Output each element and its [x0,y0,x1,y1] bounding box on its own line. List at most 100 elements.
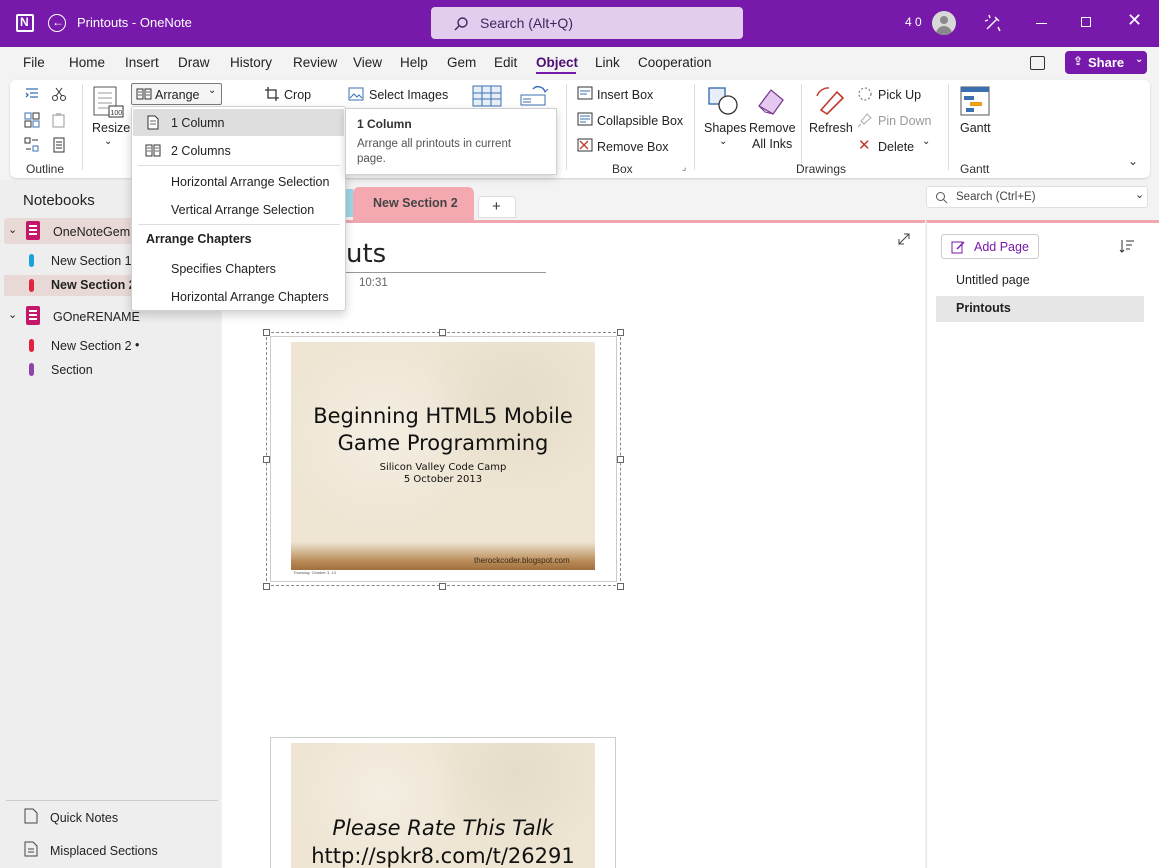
gantt-label[interactable]: Gantt [960,121,991,135]
add-page-button[interactable]: Add Page [941,234,1039,259]
chevron-down-icon[interactable]: ⌄ [719,136,727,147]
remove-box-icon[interactable] [577,138,593,152]
copy-page-icon[interactable] [51,137,67,153]
share-button[interactable]: ⇪ Share ⌄ [1065,51,1147,74]
chevron-down-icon[interactable]: ⌄ [8,308,17,321]
menu-cooperation[interactable]: Cooperation [638,55,712,70]
insert-box-label[interactable]: Insert Box [597,88,653,102]
resize-handle[interactable] [617,583,624,590]
resize-handle[interactable] [263,329,270,336]
menu-edit[interactable]: Edit [494,55,517,70]
menu-review[interactable]: Review [293,55,337,70]
delete-icon[interactable]: ✕ [858,136,871,154]
columns-icon [145,144,161,157]
cut-icon[interactable] [51,86,67,102]
notebook-view-icon[interactable] [1030,56,1045,70]
chevron-down-icon[interactable]: ⌄ [8,223,17,236]
page-search-box[interactable]: Search (Ctrl+E) ⌄ [926,186,1148,208]
maximize-icon[interactable] [1081,17,1091,27]
sort-icon[interactable] [24,137,40,153]
chevron-down-icon[interactable]: ⌄ [922,136,930,147]
section-item[interactable]: Section [51,363,93,377]
select-images-label[interactable]: Select Images [369,88,448,102]
page-item[interactable]: Printouts [956,301,1011,315]
diamond-icon[interactable] [983,13,1003,33]
expand-icon[interactable] [897,232,911,246]
resize-handle[interactable] [439,329,446,336]
notebook-name[interactable]: GOneRENAME [53,310,140,324]
refresh-pen-icon[interactable] [815,86,847,116]
add-section-button[interactable]: + [478,196,516,218]
crop-icon[interactable] [264,86,280,102]
resize-handle[interactable] [263,583,270,590]
quick-notes-link[interactable]: Quick Notes [50,811,118,825]
page-title[interactable]: uts [346,239,386,269]
page-item[interactable]: Untitled page [956,273,1030,287]
section-item[interactable]: New Section 2 [51,278,136,292]
resize-handle[interactable] [617,456,624,463]
menu-link[interactable]: Link [595,55,620,70]
pick-up-label[interactable]: Pick Up [878,88,921,102]
paste-icon[interactable] [51,112,67,128]
menu-item-2-columns[interactable]: 2 Columns [133,137,344,164]
resize-icon[interactable]: 100 [92,85,124,119]
menu-history[interactable]: History [230,55,272,70]
grid-icon[interactable] [24,112,40,128]
swap-icon[interactable] [519,85,549,107]
sort-pages-icon[interactable] [1119,239,1135,253]
pick-up-icon[interactable] [857,86,873,102]
search-box[interactable]: Search (Alt+Q) [431,7,743,39]
collapse-ribbon-icon[interactable]: ⌄ [1128,154,1138,168]
title-underline [346,272,546,273]
menu-gem[interactable]: Gem [447,55,476,70]
misplaced-sections-link[interactable]: Misplaced Sections [50,844,158,858]
close-icon[interactable]: ✕ [1127,10,1142,31]
page-canvas[interactable]: uts 10:31 Beginning HTML5 Mobile Game Pr… [222,220,925,868]
dialog-launcher-icon[interactable]: ⌟ [682,162,686,173]
arrange-button[interactable]: Arrange ⌄ [131,83,222,105]
resize-handle[interactable] [439,583,446,590]
shapes-label[interactable]: Shapes [704,121,746,135]
gantt-icon[interactable] [960,86,990,116]
resize-label[interactable]: Resize [92,121,130,135]
menu-item-vertical-arrange-selection[interactable]: Vertical Arrange Selection [133,196,344,223]
collapsible-box-icon[interactable] [577,112,593,126]
delete-label[interactable]: Delete [878,140,914,154]
collapsible-box-label[interactable]: Collapsible Box [597,114,683,128]
section-item[interactable]: New Section 1 [51,254,132,268]
refresh-label[interactable]: Refresh [809,121,853,135]
remove-box-label[interactable]: Remove Box [597,140,669,154]
chevron-down-icon[interactable]: ⌄ [104,136,112,147]
indent-icon[interactable] [24,86,40,102]
table-icon[interactable] [472,85,502,107]
menu-item-1-column[interactable]: 1 Column [133,109,344,136]
menu-item-specifies-chapters[interactable]: Specifies Chapters [133,255,344,282]
resize-handle[interactable] [617,329,624,336]
user-count: 4 0 [905,15,922,29]
eraser-icon[interactable] [755,86,787,116]
shapes-icon[interactable] [707,86,739,116]
menu-file[interactable]: File [23,55,45,70]
back-icon[interactable]: ← [48,14,66,32]
onenote-logo-icon: N [16,14,34,32]
select-images-icon[interactable] [348,86,364,102]
menu-home[interactable]: Home [69,55,105,70]
insert-box-icon[interactable] [577,86,593,100]
resize-handle[interactable] [263,456,270,463]
search-icon [454,17,468,31]
menu-insert[interactable]: Insert [125,55,159,70]
menu-item-horizontal-arrange-chapters[interactable]: Horizontal Arrange Chapters [133,283,344,310]
remove-all-inks-label-2[interactable]: All Inks [752,137,792,151]
remove-all-inks-label-1[interactable]: Remove [749,121,796,135]
crop-label[interactable]: Crop [284,88,311,102]
menu-item-horizontal-arrange-selection[interactable]: Horizontal Arrange Selection [133,168,344,195]
avatar[interactable] [932,11,956,35]
section-tab-active[interactable]: New Section 2 [353,187,474,220]
menu-object[interactable]: Object [536,55,578,70]
minimize-icon[interactable] [1036,23,1047,24]
menu-draw[interactable]: Draw [178,55,210,70]
section-item[interactable]: New Section 2 [51,339,132,353]
menu-help[interactable]: Help [400,55,428,70]
menu-active-underline [536,72,576,74]
menu-view[interactable]: View [353,55,382,70]
